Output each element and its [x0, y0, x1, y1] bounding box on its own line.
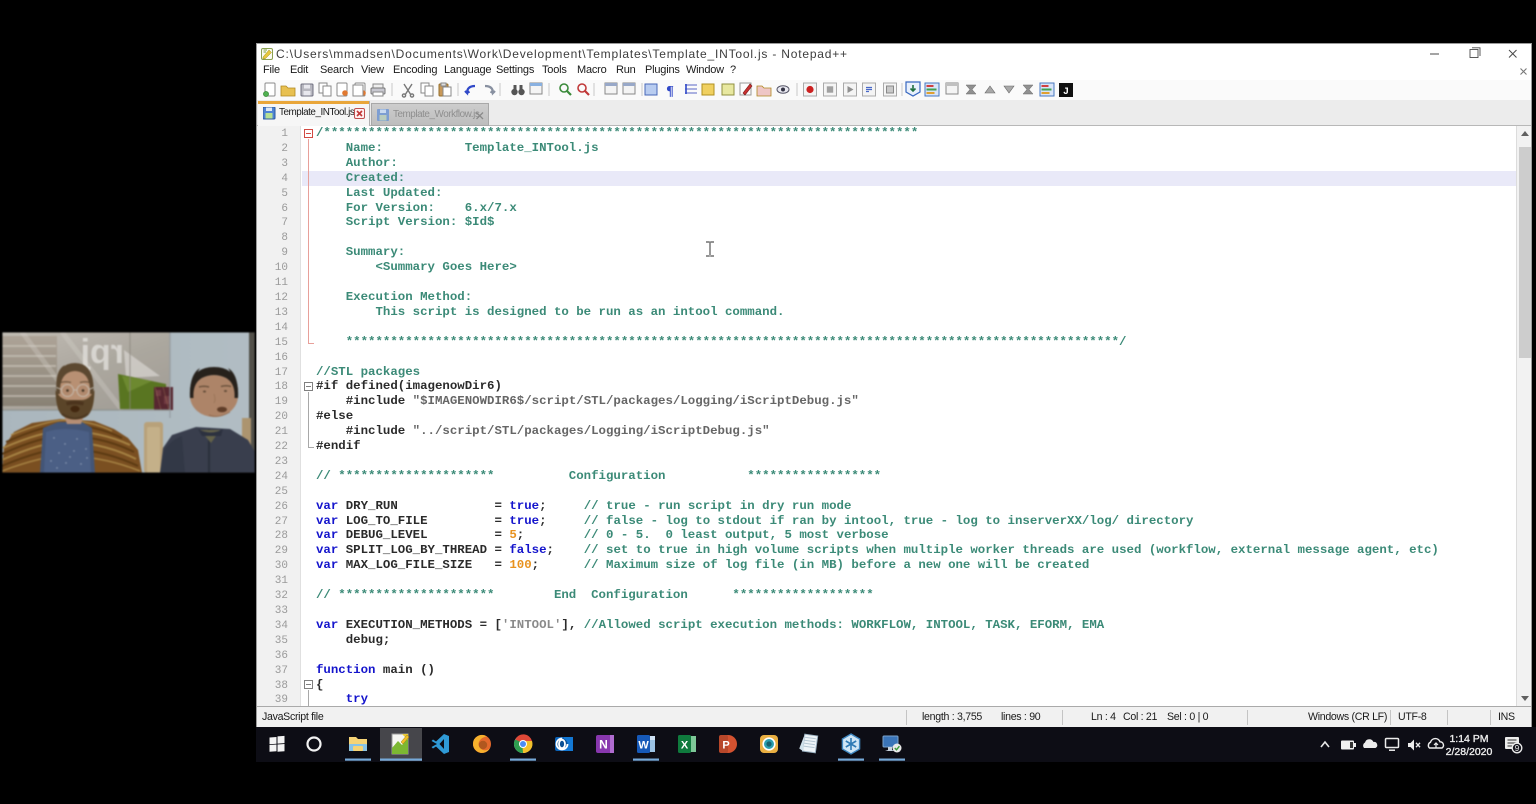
svg-text:X: X	[681, 740, 689, 752]
svg-text:2/28/2020: 2/28/2020	[1446, 746, 1493, 758]
svg-text:1:14 PM: 1:14 PM	[1449, 733, 1488, 745]
svg-text:N: N	[599, 738, 608, 752]
svg-text:9: 9	[1515, 744, 1520, 753]
svg-text:P: P	[722, 740, 729, 752]
svg-text:J: J	[1063, 87, 1069, 98]
svg-text:W: W	[638, 740, 649, 752]
svg-text:¶: ¶	[666, 84, 674, 99]
